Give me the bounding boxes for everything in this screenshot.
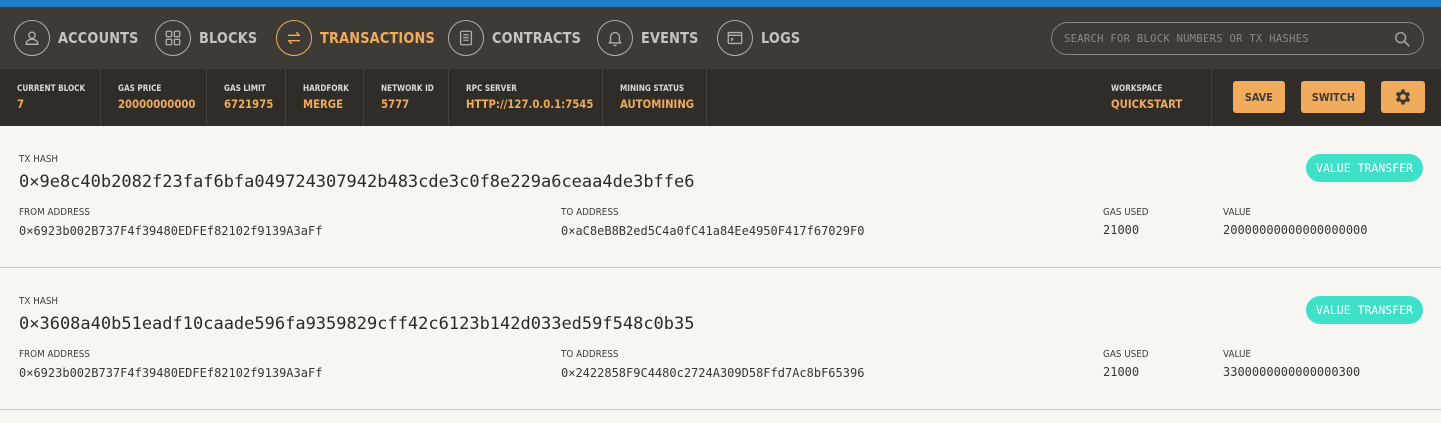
- tx-value: 20000000000000000000: [1223, 223, 1368, 237]
- stat-rpc-server: RPC SERVER HTTP://127.0.0.1:7545: [449, 69, 603, 126]
- transaction-list: TX HASH 0×9e8c40b2082f23faf6bfa049724307…: [0, 126, 1441, 410]
- tx-hash: 0×9e8c40b2082f23faf6bfa049724307942b483c…: [19, 172, 695, 192]
- switch-button-label: SWITCH: [1311, 90, 1355, 104]
- tx-hash-label: TX HASH: [19, 154, 59, 165]
- from-address-label: FROM ADDRESS: [19, 349, 90, 360]
- stat-value: MERGE: [303, 97, 343, 111]
- stat-value: AUTOMINING: [620, 97, 695, 111]
- nav-transactions[interactable]: TRANSACTIONS: [276, 19, 454, 57]
- stat-hardfork: HARDFORK MERGE: [286, 69, 364, 126]
- transactions-icon: [276, 20, 312, 56]
- stat-label: CURRENT BLOCK: [17, 84, 86, 94]
- from-address-label: FROM ADDRESS: [19, 207, 90, 218]
- stat-mining-status: MINING STATUS AUTOMINING: [603, 69, 707, 126]
- search-box[interactable]: [1051, 22, 1424, 55]
- to-address: 0×2422858F9C4480c2724A309D58Ffd7Ac8bF653…: [561, 366, 865, 380]
- status-bar: CURRENT BLOCK 7 GAS PRICE 20000000000 GA…: [0, 69, 1441, 126]
- value-label: VALUE: [1223, 207, 1251, 218]
- main-nav: ACCOUNTS BLOCKS TRANSACTIONS CONTRACTS E…: [0, 7, 1441, 69]
- tx-type-badge: VALUE TRANSFER: [1306, 296, 1423, 324]
- stat-label: GAS LIMIT: [224, 84, 266, 94]
- stat-label: RPC SERVER: [466, 84, 517, 94]
- settings-button[interactable]: [1381, 81, 1425, 113]
- transaction-row[interactable]: TX HASH 0×9e8c40b2082f23faf6bfa049724307…: [0, 126, 1441, 268]
- gas-used-label: GAS USED: [1103, 349, 1149, 360]
- nav-events[interactable]: EVENTS: [597, 19, 708, 57]
- stat-label: NETWORK ID: [381, 84, 434, 94]
- save-button[interactable]: SAVE: [1233, 81, 1285, 113]
- tx-hash: 0×3608a40b51eadf10caade596fa9359829cff42…: [19, 314, 695, 334]
- nav-accounts-label: ACCOUNTS: [58, 29, 139, 47]
- stat-value: QUICKSTART: [1111, 97, 1183, 111]
- nav-accounts[interactable]: ACCOUNTS: [14, 19, 152, 57]
- stat-label: HARDFORK: [303, 84, 349, 94]
- gear-icon: [1395, 89, 1411, 105]
- gas-used-label: GAS USED: [1103, 207, 1149, 218]
- transaction-row[interactable]: TX HASH 0×3608a40b51eadf10caade596fa9359…: [0, 268, 1441, 410]
- gas-used: 21000: [1103, 365, 1140, 379]
- nav-logs[interactable]: LOGS: [717, 19, 807, 57]
- stat-value: 20000000000: [118, 97, 196, 111]
- to-address-label: TO ADDRESS: [561, 207, 619, 218]
- stat-workspace: WORKSPACE QUICKSTART: [1094, 69, 1212, 126]
- search-icon[interactable]: [1393, 30, 1411, 48]
- to-address-label: TO ADDRESS: [561, 349, 619, 360]
- terminal-icon: [717, 20, 753, 56]
- stat-label: WORKSPACE: [1111, 84, 1163, 94]
- save-button-label: SAVE: [1245, 90, 1273, 104]
- bell-icon: [597, 20, 633, 56]
- stat-label: GAS PRICE: [118, 84, 162, 94]
- nav-contracts-label: CONTRACTS: [492, 29, 582, 47]
- account-icon: [14, 20, 50, 56]
- window-top-strip: [0, 0, 1441, 7]
- stat-network-id: NETWORK ID 5777: [364, 69, 449, 126]
- nav-blocks-label: BLOCKS: [199, 29, 258, 47]
- tx-type-badge: VALUE TRANSFER: [1306, 154, 1423, 182]
- gas-used: 21000: [1103, 223, 1140, 237]
- switch-button[interactable]: SWITCH: [1301, 81, 1365, 113]
- search-input[interactable]: [1064, 32, 1393, 45]
- stat-value: 5777: [381, 97, 410, 111]
- tx-value: 3300000000000000300: [1223, 365, 1361, 379]
- nav-transactions-label: TRANSACTIONS: [320, 29, 435, 47]
- nav-logs-label: LOGS: [761, 29, 801, 47]
- nav-contracts[interactable]: CONTRACTS: [448, 19, 596, 57]
- stat-label: MINING STATUS: [620, 84, 685, 94]
- stat-value: 6721975: [224, 97, 274, 111]
- from-address: 0×6923b002B737F4f39480EDFEf82102f9139A3a…: [19, 366, 323, 380]
- value-label: VALUE: [1223, 349, 1251, 360]
- to-address: 0×aC8eB8B2ed5C4a0fC41a84Ee4950F417f67029…: [561, 224, 865, 238]
- stat-gas-price: GAS PRICE 20000000000: [101, 69, 207, 126]
- nav-events-label: EVENTS: [641, 29, 699, 47]
- tx-hash-label: TX HASH: [19, 296, 59, 307]
- blocks-icon: [155, 20, 191, 56]
- stat-gas-limit: GAS LIMIT 6721975: [207, 69, 286, 126]
- stat-current-block: CURRENT BLOCK 7: [0, 69, 101, 126]
- stat-value: 7: [17, 97, 25, 111]
- from-address: 0×6923b002B737F4f39480EDFEf82102f9139A3a…: [19, 224, 323, 238]
- stat-value: HTTP://127.0.0.1:7545: [466, 97, 594, 111]
- contracts-icon: [448, 20, 484, 56]
- nav-blocks[interactable]: BLOCKS: [155, 19, 267, 57]
